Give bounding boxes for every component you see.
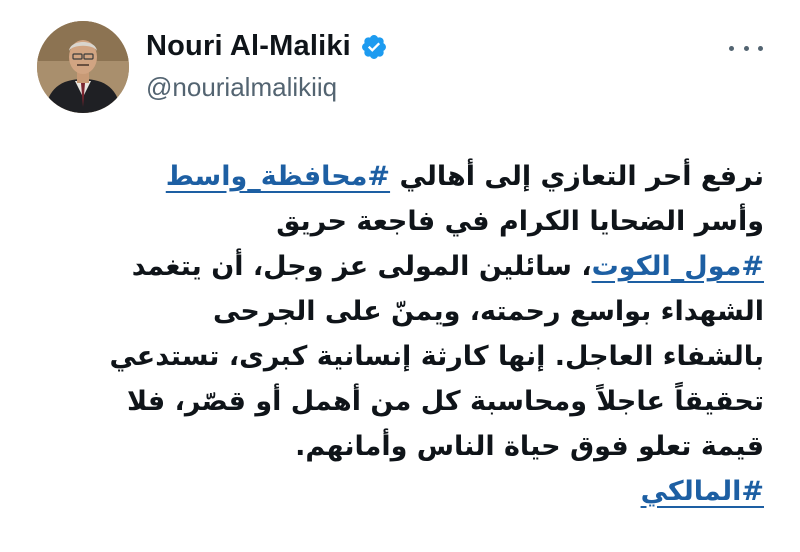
hashtag-link[interactable]: #محافظة_واسط	[166, 161, 390, 192]
hashtag-link[interactable]: #مول_الكوت	[592, 251, 764, 282]
tweet-text-segment: تحقيقاً عاجلاً ومحاسبة كل من أهمل أو قصّ…	[127, 386, 764, 417]
author-display-name[interactable]: Nouri Al-Maliki	[146, 30, 351, 63]
tweet-line: الشهداء بواسع رحمته، ويمنّ على الجرحى	[50, 289, 764, 334]
tweet-text-segment: وأسر الضحايا الكرام في فاجعة حريق	[276, 206, 764, 237]
more-dot-icon	[758, 45, 763, 51]
more-dot-icon	[743, 45, 749, 51]
tweet-text: نرفع أحر التعازي إلى أهالي #محافظة_واسط …	[50, 154, 764, 514]
tweet-line: نرفع أحر التعازي إلى أهالي #محافظة_واسط	[50, 154, 764, 199]
more-dot-icon	[729, 45, 734, 51]
author-name-row: Nouri Al-Maliki	[146, 30, 388, 63]
tweet-text-segment: نرفع أحر التعازي إلى أهالي	[390, 161, 764, 192]
tweet-text-segment: الشهداء بواسع رحمته، ويمنّ على الجرحى	[213, 296, 764, 327]
tweet-text-segment: قيمة تعلو فوق حياة الناس وأمانهم.	[295, 431, 764, 462]
tweet-line: وأسر الضحايا الكرام في فاجعة حريق	[50, 199, 764, 244]
tweet-line: قيمة تعلو فوق حياة الناس وأمانهم.	[50, 424, 764, 469]
author-handle[interactable]: @nourialmalikiiq	[146, 72, 337, 103]
tweet-line: بالشفاء العاجل. إنها كارثة إنسانية كبرى،…	[50, 334, 764, 379]
author-avatar[interactable]	[37, 21, 129, 113]
more-options-button[interactable]	[729, 36, 763, 60]
person-photo-icon	[37, 21, 129, 113]
tweet-card: Nouri Al-Maliki @nourialmalikiiq نرفع أح…	[0, 0, 800, 552]
tweet-text-segment: ، سائلين المولى عز وجل، أن يتغمد	[131, 251, 592, 282]
tweet-line: #مول_الكوت، سائلين المولى عز وجل، أن يتغ…	[50, 244, 764, 289]
tweet-line: تحقيقاً عاجلاً ومحاسبة كل من أهمل أو قصّ…	[50, 379, 764, 424]
tweet-text-segment: بالشفاء العاجل. إنها كارثة إنسانية كبرى،…	[109, 341, 764, 372]
hashtag-link[interactable]: #المالكي	[641, 476, 764, 507]
verified-badge-icon	[360, 33, 388, 61]
tweet-line: #المالكي	[50, 469, 764, 514]
